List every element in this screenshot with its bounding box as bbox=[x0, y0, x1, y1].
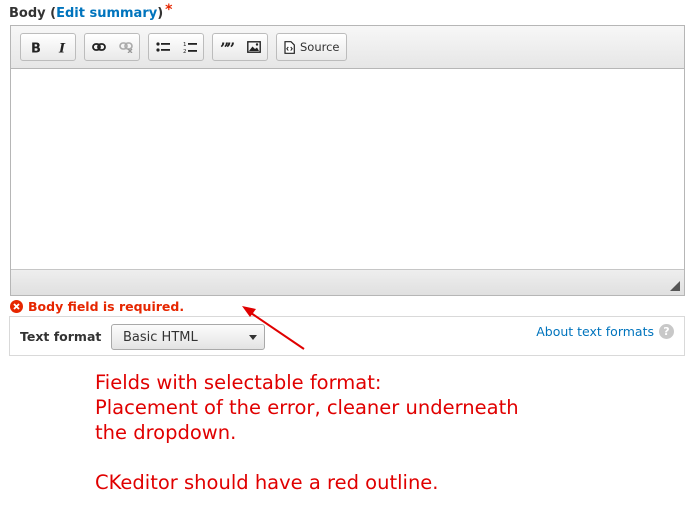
bold-button[interactable]: B bbox=[21, 34, 48, 60]
unlink-icon bbox=[118, 42, 133, 53]
editor-bottom-bar bbox=[11, 269, 684, 295]
editor-toolbar: B I 1 2 ” Source bbox=[11, 26, 684, 69]
toolbar-group-media: ” ” bbox=[212, 33, 268, 61]
error-icon bbox=[10, 299, 23, 313]
svg-text:”: ” bbox=[226, 42, 234, 52]
annotation-line: CKeditor should have a red outline. bbox=[95, 471, 439, 494]
toolbar-group-source: Source bbox=[276, 33, 347, 61]
source-button[interactable]: Source bbox=[277, 34, 346, 60]
image-icon bbox=[246, 41, 261, 53]
ckeditor: B I 1 2 ” Source bbox=[10, 25, 685, 296]
toolbar-group-links bbox=[84, 33, 140, 61]
svg-text:1: 1 bbox=[183, 42, 187, 48]
edit-summary-link[interactable]: Edit summary bbox=[56, 6, 157, 21]
text-format-select[interactable]: Basic HTML bbox=[111, 324, 265, 350]
about-text-formats-link[interactable]: About text formats bbox=[536, 324, 654, 339]
chevron-down-icon bbox=[249, 335, 257, 340]
numbered-list-icon: 1 2 bbox=[183, 42, 197, 54]
toolbar-group-formatting: B I bbox=[20, 33, 76, 61]
editor-content-area[interactable] bbox=[11, 69, 684, 269]
unlink-button[interactable] bbox=[112, 34, 139, 60]
blockquote-button[interactable]: ” ” bbox=[213, 34, 240, 60]
error-text: Body field is required. bbox=[28, 298, 185, 314]
svg-text:I: I bbox=[58, 41, 66, 54]
required-marker: * bbox=[165, 2, 173, 18]
text-format-selected-value: Basic HTML bbox=[123, 330, 198, 345]
link-button[interactable] bbox=[85, 34, 112, 60]
annotation-line bbox=[95, 445, 519, 470]
link-icon bbox=[91, 43, 106, 51]
annotation-line: Placement of the error, cleaner undernea… bbox=[95, 396, 519, 419]
svg-text:2: 2 bbox=[183, 49, 187, 54]
image-button[interactable] bbox=[240, 34, 267, 60]
blockquote-icon: ” ” bbox=[220, 42, 234, 52]
bulleted-list-icon bbox=[155, 42, 170, 52]
body-field-label: Body (Edit summary) * bbox=[9, 2, 173, 21]
italic-button[interactable]: I bbox=[48, 34, 75, 60]
svg-text:B: B bbox=[31, 41, 41, 54]
resize-grip-icon[interactable] bbox=[670, 281, 680, 291]
annotation-line: Fields with selectable format: bbox=[95, 371, 382, 394]
source-label: Source bbox=[300, 40, 340, 54]
bulleted-list-button[interactable] bbox=[149, 34, 176, 60]
annotation-line: the dropdown. bbox=[95, 421, 237, 444]
annotation-note: Fields with selectable format: Placement… bbox=[95, 370, 519, 495]
source-icon bbox=[284, 40, 295, 54]
field-label-text: Body bbox=[9, 6, 46, 21]
italic-icon: I bbox=[58, 41, 66, 54]
text-format-wrapper: Text format Basic HTML About text format… bbox=[9, 316, 685, 356]
about-text-formats[interactable]: About text formats ? bbox=[536, 324, 674, 339]
bold-icon: B bbox=[31, 41, 41, 54]
error-message: Body field is required. bbox=[10, 297, 184, 315]
toolbar-group-lists: 1 2 bbox=[148, 33, 204, 61]
help-icon[interactable]: ? bbox=[659, 324, 674, 339]
numbered-list-button[interactable]: 1 2 bbox=[176, 34, 203, 60]
text-format-label: Text format bbox=[20, 329, 102, 344]
